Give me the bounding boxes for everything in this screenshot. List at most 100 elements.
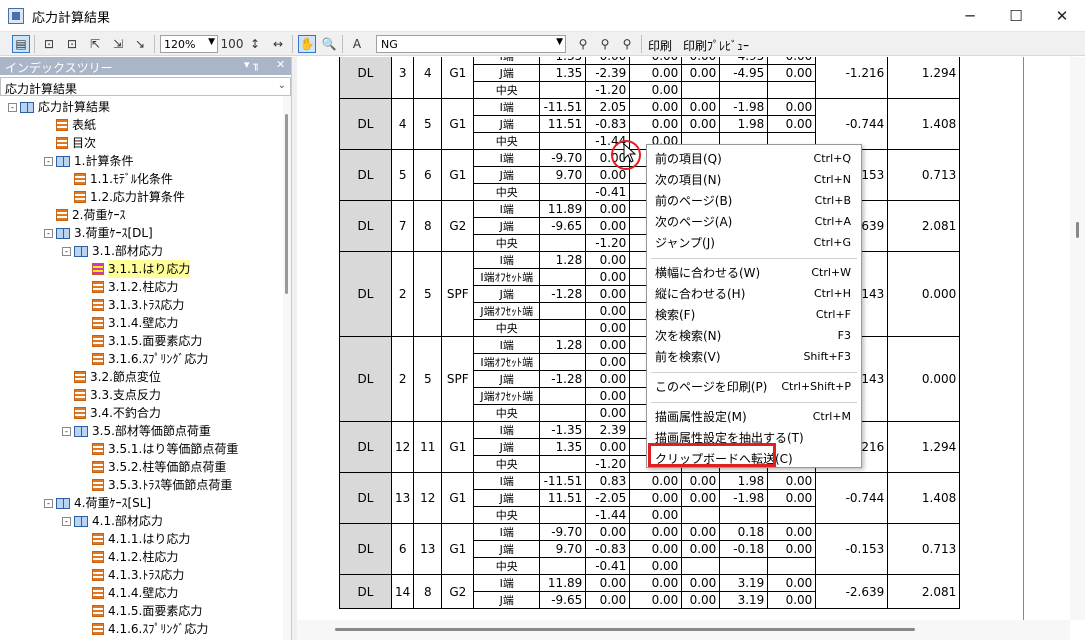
- text-icon[interactable]: A: [348, 35, 366, 53]
- page-first-icon[interactable]: ⊡: [40, 35, 58, 53]
- pan-icon[interactable]: ✋: [298, 35, 316, 53]
- horizontal-scroll-thumb[interactable]: [335, 628, 915, 631]
- tree-item[interactable]: 4.1.1.はり応力: [80, 530, 190, 548]
- collapse-icon[interactable]: -: [8, 102, 17, 112]
- print-button[interactable]: 印刷: [648, 37, 672, 54]
- page-icon: [92, 443, 104, 455]
- vertical-scroll-thumb[interactable]: [1076, 222, 1079, 238]
- table-cell: -1.216: [815, 57, 889, 99]
- tree-item[interactable]: 3.1.6.ｽﾌﾟﾘﾝｸﾞ応力: [80, 350, 208, 368]
- tree-item[interactable]: 2.荷重ｹｰｽ: [44, 206, 125, 224]
- tree-item[interactable]: 目次: [44, 134, 96, 152]
- context-menu-item[interactable]: ジャンプ(J) Ctrl+G: [647, 233, 861, 253]
- context-menu-item[interactable]: 検索(F) Ctrl+F: [647, 305, 861, 325]
- context-menu-item[interactable]: 前の項目(Q) Ctrl+Q: [647, 149, 861, 169]
- book-icon: [74, 425, 88, 437]
- actual-size-icon[interactable]: 100: [221, 35, 244, 53]
- filter-select[interactable]: NG ▼: [376, 35, 566, 53]
- print-preview-button[interactable]: 印刷ﾌﾟﾚﾋﾞｭｰ: [683, 37, 749, 54]
- page-last-icon[interactable]: ⊡: [63, 35, 81, 53]
- tree-item[interactable]: - 1.計算条件: [44, 152, 133, 170]
- close-button[interactable]: ✕: [1039, 0, 1085, 32]
- tree-scrollbar[interactable]: [283, 96, 291, 640]
- find-next-icon[interactable]: ⚲: [596, 35, 614, 53]
- close-icon[interactable]: ✕: [276, 58, 285, 71]
- tree-item[interactable]: - 4.1.部材応力: [62, 512, 163, 530]
- tree-item[interactable]: 3.1.5.面要素応力: [80, 332, 202, 350]
- table-cell: 0.00: [681, 115, 721, 133]
- table-cell: 0.00: [681, 591, 721, 609]
- tree-item[interactable]: 3.1.4.壁応力: [80, 314, 178, 332]
- prev-item-icon[interactable]: ⇱: [86, 35, 104, 53]
- collapse-icon[interactable]: -: [62, 516, 71, 526]
- horizontal-scrollbar[interactable]: [297, 620, 1070, 640]
- tree-item[interactable]: - 4.荷重ｹｰｽ[SL]: [44, 494, 151, 512]
- context-menu-item[interactable]: 前を検索(V) Shift+F3: [647, 347, 861, 367]
- jump-icon[interactable]: ↘: [131, 35, 149, 53]
- page-icon: [92, 479, 104, 491]
- collapse-icon[interactable]: -: [44, 498, 53, 508]
- tree-scroll-thumb[interactable]: [285, 114, 288, 294]
- tree-item[interactable]: 4.1.3.ﾄﾗｽ応力: [80, 566, 184, 584]
- fit-height-icon[interactable]: ↕: [246, 35, 264, 53]
- maximize-button[interactable]: ☐: [993, 0, 1039, 32]
- table-cell: 0.00: [767, 489, 817, 507]
- find-icon[interactable]: ⚲: [574, 35, 592, 53]
- table-cell: [539, 81, 587, 99]
- context-menu-item[interactable]: 縦に合わせる(H) Ctrl+H: [647, 284, 861, 304]
- context-menu-item[interactable]: 横幅に合わせる(W) Ctrl+W: [647, 263, 861, 283]
- tree-item[interactable]: - 3.1.部材応力: [62, 242, 163, 260]
- next-item-icon[interactable]: ⇲: [109, 35, 127, 53]
- context-menu-item[interactable]: 次のページ(A) Ctrl+A: [647, 212, 861, 232]
- table-cell: J端: [473, 64, 541, 82]
- menu-item-shortcut: Ctrl+H: [813, 287, 851, 300]
- zoom-icon[interactable]: 🔍: [320, 35, 338, 53]
- zoom-select[interactable]: 120% ▼: [160, 35, 218, 53]
- tree-item[interactable]: 1.1.ﾓﾃﾞﾙ化条件: [62, 170, 173, 188]
- context-menu-item[interactable]: 描画属性設定(M) Ctrl+M: [647, 407, 861, 427]
- fit-width-icon[interactable]: ↔: [269, 35, 287, 53]
- tree-item[interactable]: 4.1.6.ｽﾌﾟﾘﾝｸﾞ応力: [80, 620, 208, 638]
- tree-item[interactable]: 4.1.5.面要素応力: [80, 602, 202, 620]
- tree-item[interactable]: 3.2.節点変位: [62, 368, 161, 386]
- context-menu-item[interactable]: 次の項目(N) Ctrl+N: [647, 170, 861, 190]
- tree-item[interactable]: 4.1.2.柱応力: [80, 548, 178, 566]
- index-tree-icon[interactable]: ▤: [12, 35, 30, 53]
- collapse-icon[interactable]: -: [62, 426, 71, 436]
- tree-item[interactable]: 3.4.不釣合力: [62, 404, 161, 422]
- collapse-icon[interactable]: -: [44, 228, 53, 238]
- table-cell: G1: [441, 421, 475, 473]
- tree-item[interactable]: 3.3.支点反力: [62, 386, 161, 404]
- tree-item[interactable]: 4.1.4.壁応力: [80, 584, 178, 602]
- document-select[interactable]: 応力計算結果 ⌄: [0, 77, 291, 96]
- minimize-button[interactable]: ─: [947, 0, 993, 32]
- tree-item[interactable]: 3.1.1.はり応力: [80, 260, 191, 278]
- tree-item[interactable]: 1.2.応力計算条件: [62, 188, 185, 206]
- table-cell: -0.744: [815, 472, 889, 524]
- context-menu-item[interactable]: このページを印刷(P) Ctrl+Shift+P: [647, 377, 861, 397]
- pin-icon[interactable]: ▾ ╖: [244, 58, 260, 71]
- tree-item[interactable]: 表紙: [44, 116, 96, 134]
- tree-item[interactable]: - 3.5.部材等価節点荷重: [62, 422, 211, 440]
- table-cell: [681, 506, 721, 524]
- tree-item-label: 4.1.1.はり応力: [108, 532, 191, 546]
- tree-item[interactable]: 3.5.3.ﾄﾗｽ等価節点荷重: [80, 476, 232, 494]
- collapse-icon[interactable]: -: [44, 156, 53, 166]
- tree-item[interactable]: 3.1.2.柱応力: [80, 278, 178, 296]
- context-menu-item[interactable]: 次を検索(N) F3: [647, 326, 861, 346]
- tree-item[interactable]: 3.5.2.柱等価節点荷重: [80, 458, 226, 476]
- table-cell: 0.00: [767, 115, 817, 133]
- tree-item[interactable]: - 3.荷重ｹｰｽ[DL]: [44, 224, 153, 242]
- table-cell: -1.35: [539, 421, 587, 439]
- table-cell: -1.35: [539, 57, 587, 65]
- vertical-scrollbar[interactable]: [1070, 57, 1085, 620]
- toolbar-separator: [292, 35, 293, 53]
- page-icon: [92, 551, 104, 563]
- tree-item[interactable]: - 応力計算結果: [8, 98, 110, 116]
- context-menu-item[interactable]: 前のページ(B) Ctrl+B: [647, 191, 861, 211]
- collapse-icon[interactable]: -: [62, 246, 71, 256]
- find-prev-icon[interactable]: ⚲: [618, 35, 636, 53]
- tree-item[interactable]: 3.5.1.はり等価節点荷重: [80, 440, 238, 458]
- table-cell: 0.00: [629, 489, 683, 507]
- tree-item[interactable]: 3.1.3.ﾄﾗｽ応力: [80, 296, 184, 314]
